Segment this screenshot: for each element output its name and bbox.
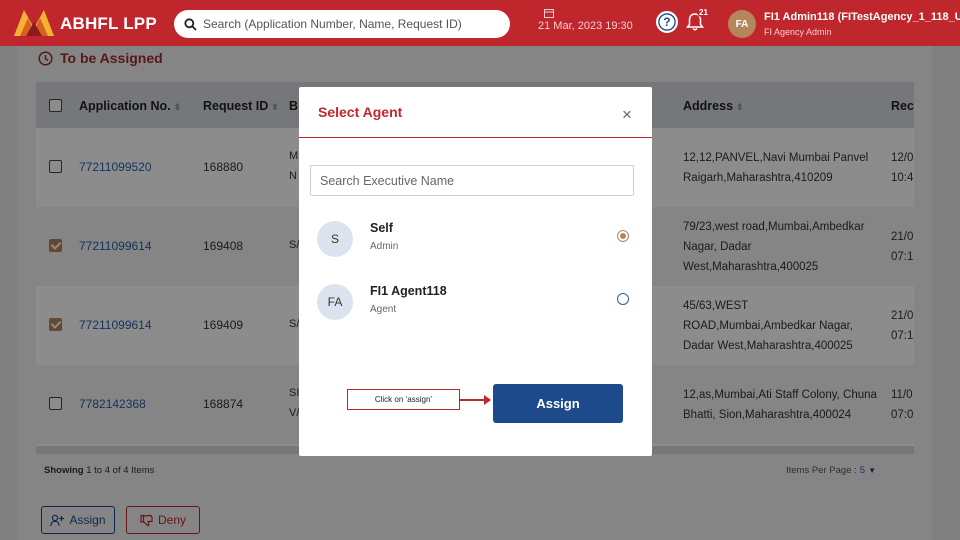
select-agent-modal: Select Agent × S Self Admin FA FI1 Agent… (299, 87, 652, 456)
user-name[interactable]: FI1 Admin118 (FITestAgency_1_118_Us (764, 11, 960, 23)
datetime-display: 21 Mar, 2023 19:30 (538, 8, 633, 32)
agent-avatar: FA (317, 284, 353, 320)
assign-button[interactable]: Assign (493, 384, 623, 423)
notification-badge: 21 (697, 8, 710, 17)
agent-radio[interactable] (617, 293, 629, 305)
agent-avatar: S (317, 221, 353, 257)
global-search[interactable] (174, 10, 510, 38)
modal-divider (299, 137, 652, 138)
abhfl-logo-icon (14, 10, 54, 36)
agent-role: Agent (370, 304, 397, 315)
user-avatar[interactable]: FA (728, 10, 756, 38)
close-icon[interactable]: × (622, 105, 632, 125)
agent-radio[interactable] (617, 230, 629, 242)
agent-role: Admin (370, 241, 399, 252)
search-icon (184, 17, 197, 31)
global-search-input[interactable] (203, 17, 493, 31)
help-icon: ? (658, 13, 676, 31)
datetime-text: 21 Mar, 2023 19:30 (538, 20, 633, 32)
modal-title: Select Agent (318, 104, 403, 120)
arrow-right-icon (484, 395, 491, 405)
executive-search-input[interactable] (310, 165, 634, 196)
agent-name: Self (370, 221, 393, 235)
agent-name: FI1 Agent118 (370, 284, 447, 298)
brand-name: ABHFL LPP (60, 14, 157, 33)
callout-arrow-line (460, 399, 486, 401)
calendar-icon (544, 9, 554, 18)
svg-text:?: ? (663, 16, 670, 29)
agent-option[interactable]: FA FI1 Agent118 Agent (299, 284, 652, 340)
agent-option[interactable]: S Self Admin (299, 221, 652, 277)
help-button[interactable]: ? (656, 11, 678, 33)
user-role: FI Agency Admin (764, 27, 832, 37)
instruction-callout: Click on ‘assign’ (347, 389, 460, 410)
top-bar: ABHFL LPP 21 Mar, 2023 19:30 ? 21 FA FI1… (0, 0, 960, 46)
